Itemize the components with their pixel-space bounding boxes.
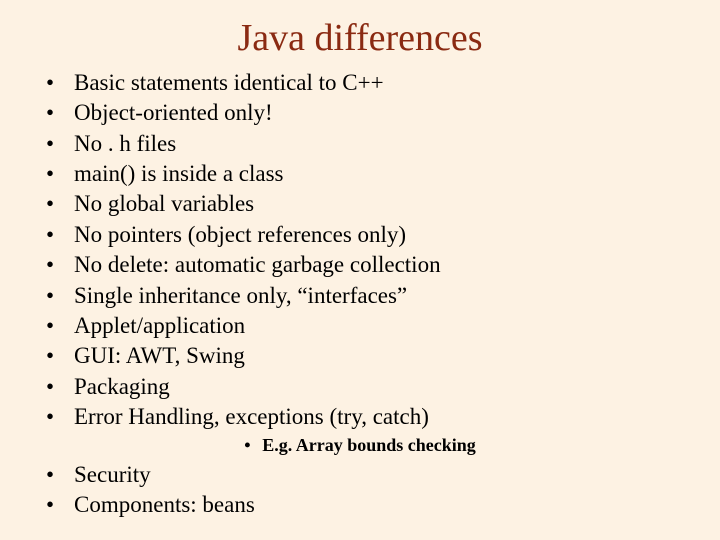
list-item: No pointers (object references only) [64,220,692,250]
list-item: Single inheritance only, “interfaces” [64,281,692,311]
bullet-list-bottom: Security Components: beans [28,460,720,521]
list-item: Error Handling, exceptions (try, catch) [64,402,692,432]
list-item: No delete: automatic garbage collection [64,250,692,280]
list-item: Security [64,460,692,490]
bullet-list-top: Basic statements identical to C++ Object… [28,68,720,432]
sub-list-item: E.g. Array bounds checking [244,434,476,457]
slide-title: Java differences [0,0,720,68]
list-item: Packaging [64,372,692,402]
list-item: Components: beans [64,490,692,520]
slide: Java differences Basic statements identi… [0,0,720,540]
list-item: Basic statements identical to C++ [64,68,692,98]
list-item: main() is inside a class [64,159,692,189]
list-item: GUI: AWT, Swing [64,341,692,371]
list-item: No global variables [64,189,692,219]
list-item: Object-oriented only! [64,98,692,128]
list-item: Applet/application [64,311,692,341]
list-item: No . h files [64,129,692,159]
bullet-list-sub: E.g. Array bounds checking [0,434,720,457]
